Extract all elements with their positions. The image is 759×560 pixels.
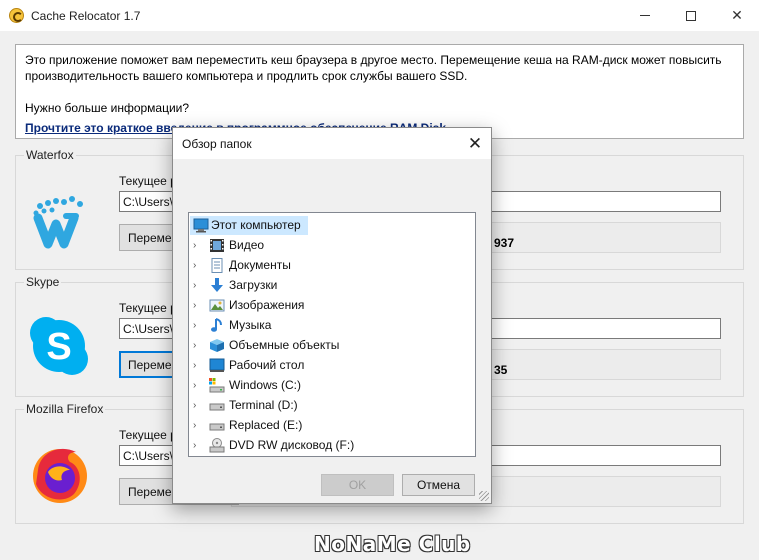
current-path-label: Текущее р [119,301,177,315]
tree-item-video[interactable]: › Видео [189,236,469,255]
dialog-title-bar: Обзор папок ✕ [173,128,491,159]
group-title: Mozilla Firefox [24,402,106,416]
info-panel: Это приложение поможет вам переместить к… [15,44,744,139]
tree-item-label: Terminal (D:) [229,398,298,412]
tree-item-label: Этот компьютер [211,218,301,232]
tree-item-drive-e[interactable]: › Replaced (E:) [189,416,469,435]
chevron-right-icon: › [193,400,197,411]
tree-item-label: Видео [229,238,265,252]
system-drive-icon [209,378,225,393]
tree-item-label: Загрузки [229,278,278,292]
ok-button[interactable]: OK [321,474,394,496]
tree-item-drive-f[interactable]: › DVD RW дисковод (F:) [189,436,469,455]
chevron-right-icon: › [193,260,197,271]
chevron-right-icon: › [193,340,197,351]
window-title: Cache Relocator 1.7 [31,9,141,23]
tree-item-pictures[interactable]: › Изображения [189,296,469,315]
waterfox-logo-icon [33,196,83,249]
watermark: NoNaMe Club [314,532,471,556]
tree-item-label: Рабочий стол [229,358,305,372]
hard-drive-icon [209,403,225,411]
tree-item-label: Музыка [229,318,272,332]
chevron-right-icon: › [193,240,197,251]
svg-text:S: S [46,326,71,368]
chevron-right-icon: › [193,440,197,451]
tree-item-3d-objects[interactable]: › Объемные объекты [189,336,469,355]
tree-item-downloads[interactable]: › Загрузки [189,276,469,295]
tree-item-label: Документы [229,258,291,272]
current-path-label: Текущее р [119,174,177,188]
cache-size: 35 [494,363,508,377]
title-bar: Cache Relocator 1.7 ✕ [0,0,759,31]
cache-size: 937 [494,236,515,250]
chevron-right-icon: › [193,280,197,291]
minimize-icon [640,15,650,16]
close-icon: ✕ [731,7,743,23]
firefox-logo-icon [33,448,87,503]
maximize-icon [686,10,696,21]
dvd-drive-icon [209,438,225,453]
video-folder-icon [210,239,224,252]
close-icon: ✕ [467,134,483,153]
computer-icon [193,218,209,233]
3d-objects-folder-icon [210,339,224,352]
group-title: Skype [24,275,62,289]
tree-item-label: Windows (C:) [229,378,302,392]
info-question: Нужно больше информации? [25,101,190,115]
chevron-right-icon: › [193,320,197,331]
tree-item-label: DVD RW дисковод (F:) [229,438,355,452]
documents-folder-icon [211,258,223,273]
chevron-right-icon: › [193,300,197,311]
tree-item-label: Изображения [229,298,305,312]
chevron-right-icon: › [193,380,197,391]
minimize-button[interactable] [622,0,668,31]
folder-tree[interactable]: Этот компьютер › Видео › Документы › Заг… [188,212,476,457]
music-folder-icon [211,318,222,332]
current-path-label: Текущее р [119,428,177,442]
app-icon [9,8,24,23]
maximize-button[interactable] [668,0,714,31]
desktop-folder-icon [209,358,225,372]
tree-item-music[interactable]: › Музыка [189,316,469,335]
group-title: Waterfox [24,148,76,162]
hard-drive-icon [209,423,225,431]
tree-item-label: Объемные объекты [229,338,340,352]
chevron-right-icon: › [193,420,197,431]
chevron-right-icon: › [193,360,197,371]
browse-folder-dialog: Обзор папок ✕ Этот компьютер › Видео › Д… [172,127,492,504]
dialog-close-button[interactable]: ✕ [465,134,485,154]
tree-item-drive-c[interactable]: › Windows (C:) [189,376,469,395]
tree-item-documents[interactable]: › Документы [189,256,469,275]
tree-item-desktop[interactable]: › Рабочий стол [189,356,469,375]
dialog-title: Обзор папок [182,137,252,151]
resize-grip-icon[interactable] [479,491,489,501]
downloads-folder-icon [211,278,223,292]
info-text: Это приложение поможет вам переместить к… [25,53,722,83]
cancel-button[interactable]: Отмена [402,474,475,496]
tree-item-label: Replaced (E:) [229,418,303,432]
close-button[interactable]: ✕ [714,0,759,31]
tree-item-this-pc[interactable]: Этот компьютер [190,216,308,235]
tree-item-drive-d[interactable]: › Terminal (D:) [189,396,469,415]
pictures-folder-icon [209,299,225,312]
skype-logo-icon: S [30,317,88,375]
